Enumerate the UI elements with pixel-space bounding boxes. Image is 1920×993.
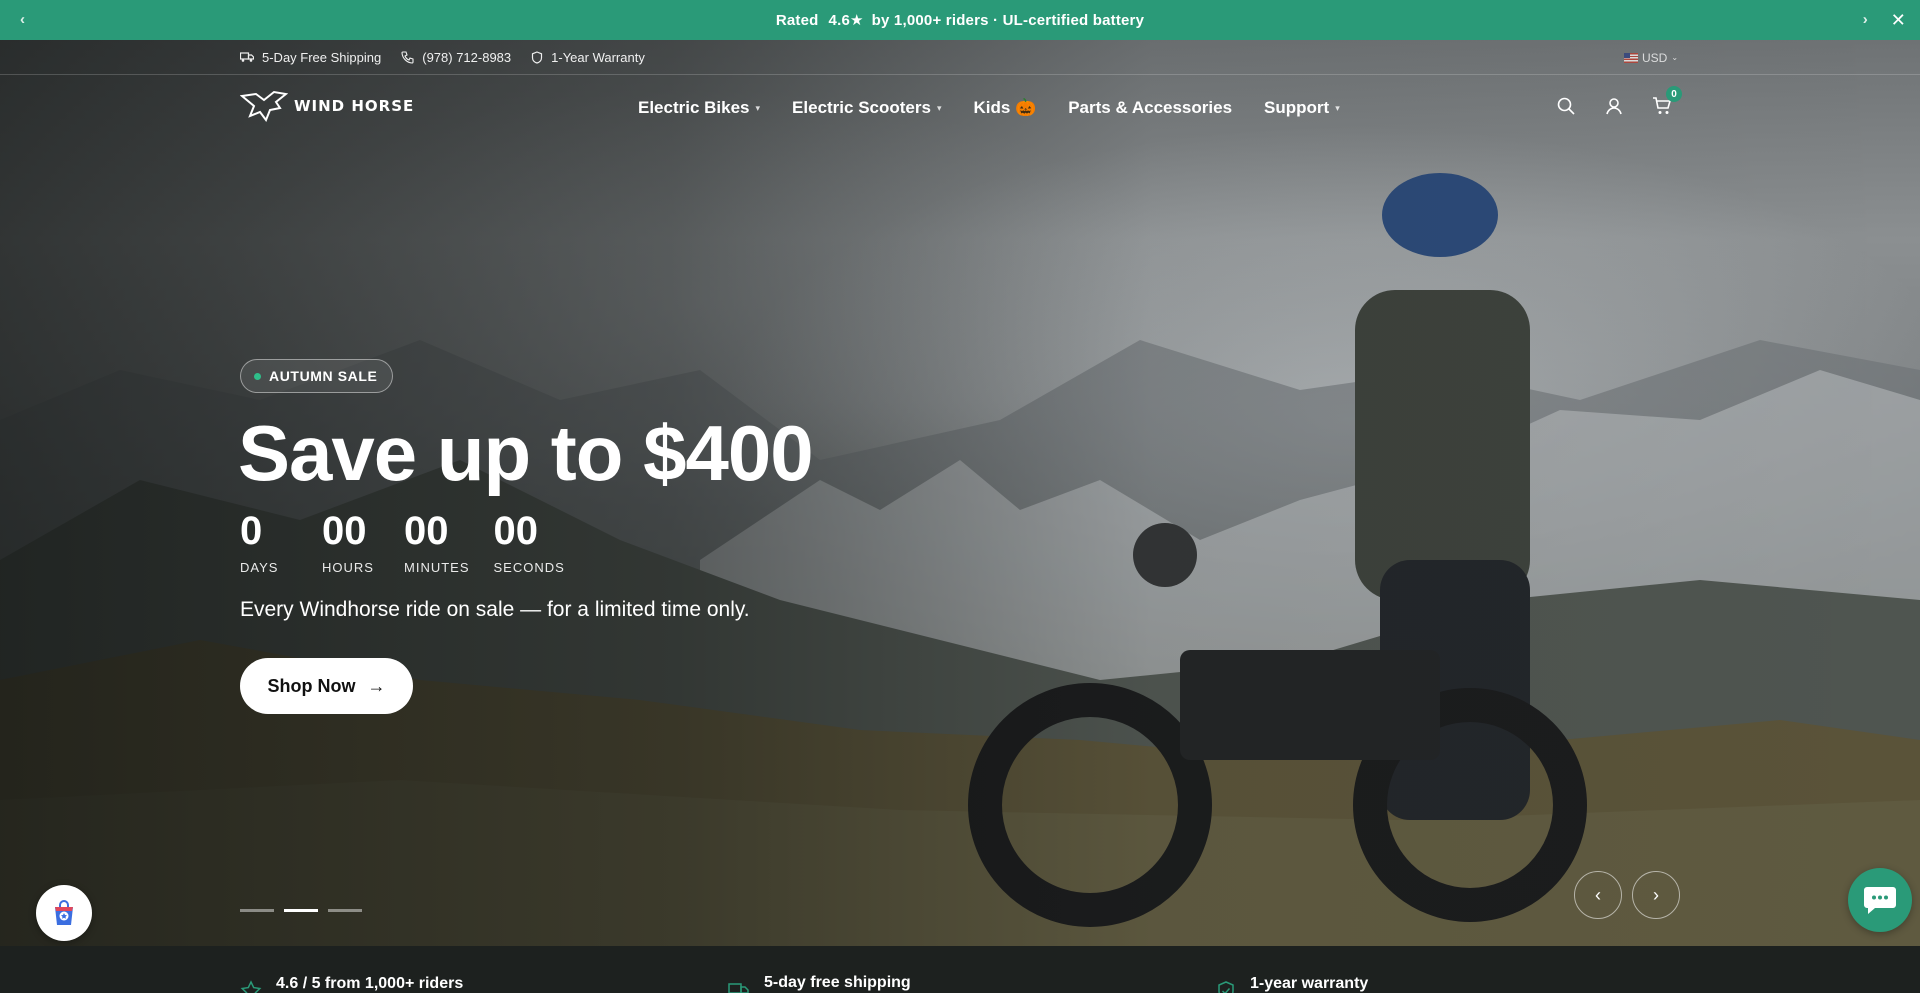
- countdown-label: HOURS: [322, 560, 374, 575]
- announcement-rating: 4.6★: [828, 12, 864, 29]
- slide-dot-1[interactable]: [240, 909, 274, 912]
- announcement-bar: ‹ Rated 4.6★ by 1,000+ riders · UL-certi…: [0, 0, 1920, 40]
- chevron-down-icon: ▾: [936, 102, 942, 113]
- announcement-text: by 1,000+ riders · UL-certified battery: [871, 11, 1145, 29]
- nav-item-label: Parts & Accessories: [1068, 98, 1233, 117]
- countdown-days: 0 DAYS: [240, 508, 298, 575]
- slide-dot-3[interactable]: [328, 909, 362, 912]
- nav-item-label: Electric Scooters: [792, 98, 931, 117]
- countdown-value: 00: [404, 509, 449, 553]
- nav-item-parts-accessories[interactable]: Parts & Accessories: [1068, 98, 1232, 118]
- trust-item-rating: 4.6 / 5 from 1,000+ riders: [240, 966, 463, 993]
- countdown-timer: 0 DAYS 00 HOURS 00 MINUTES 00 SECONDS: [240, 508, 565, 575]
- main-header: WIND HORSE Electric Bikes ▾ Electric Sco…: [0, 76, 1920, 140]
- cart-count-badge: 0: [1666, 86, 1682, 102]
- truck-icon: [728, 983, 749, 993]
- slide-next-button[interactable]: ›: [1632, 871, 1680, 919]
- countdown-value: 00: [322, 509, 367, 553]
- countdown-label: MINUTES: [404, 560, 470, 575]
- primary-navigation: Electric Bikes ▾ Electric Scooters ▾ Kid…: [638, 76, 1340, 140]
- slide-prev-button[interactable]: ‹: [1574, 871, 1622, 919]
- utility-phone[interactable]: (978) 712-8983: [401, 50, 511, 65]
- countdown-minutes: 00 MINUTES: [404, 508, 470, 575]
- us-flag-icon: [1624, 52, 1638, 63]
- arrow-right-icon: →: [367, 675, 386, 696]
- countdown-label: SECONDS: [493, 560, 565, 575]
- trust-bar: 4.6 / 5 from 1,000+ riders 5-day free sh…: [0, 946, 1920, 993]
- horse-logo-icon: [240, 90, 288, 122]
- account-button[interactable]: [1604, 96, 1624, 116]
- trust-item-shipping: 5-day free shipping: [728, 966, 911, 993]
- countdown-label: DAYS: [240, 560, 279, 575]
- announcement-prev-button[interactable]: ‹: [20, 0, 25, 40]
- shield-check-icon: [1218, 981, 1234, 993]
- countdown-seconds: 00 SECONDS: [494, 508, 565, 575]
- search-button[interactable]: [1556, 96, 1576, 116]
- announcement-prefix: Rated: [775, 11, 819, 29]
- nav-item-electric-bikes[interactable]: Electric Bikes ▾: [638, 98, 760, 118]
- announcement-next-button[interactable]: ›: [1863, 0, 1868, 40]
- shopping-bag-icon: [55, 900, 73, 925]
- utility-shipping: 5-Day Free Shipping: [240, 50, 381, 65]
- nav-item-electric-scooters[interactable]: Electric Scooters ▾: [792, 98, 941, 118]
- truck-icon: [240, 52, 254, 62]
- brand-logo-text: WIND HORSE: [294, 97, 415, 115]
- nav-item-label: Support: [1264, 98, 1330, 117]
- trust-item-label: 1-year warranty: [1250, 975, 1369, 992]
- live-chat-button[interactable]: [1848, 868, 1912, 932]
- chevron-down-icon: ▾: [755, 102, 761, 113]
- countdown-hours: 00 HOURS: [322, 508, 380, 575]
- currency-selector[interactable]: USD ⌄: [1624, 40, 1678, 75]
- nav-item-label: Electric Bikes: [638, 98, 750, 117]
- utility-phone-label[interactable]: (978) 712-8983: [422, 50, 511, 65]
- hero-subline: Every Windhorse ride on sale — for a lim…: [240, 598, 750, 621]
- nav-item-kids[interactable]: Kids 🎃: [973, 98, 1036, 118]
- trust-item-label: 4.6 / 5 from 1,000+ riders: [276, 975, 464, 992]
- utility-bar: 5-Day Free Shipping (978) 712-8983 1-Yea…: [0, 40, 1920, 75]
- hero-headline: Save up to $400: [238, 409, 814, 497]
- cart-button[interactable]: 0: [1652, 86, 1682, 116]
- header-actions: 0: [1556, 86, 1682, 116]
- countdown-value: 00: [493, 509, 539, 553]
- currency-label: USD: [1642, 50, 1668, 65]
- utility-warranty-label: 1-Year Warranty: [551, 49, 645, 65]
- shop-now-label: Shop Now: [267, 675, 356, 696]
- countdown-value: 0: [240, 509, 263, 553]
- shop-now-button[interactable]: Shop Now →: [240, 658, 413, 714]
- trust-item-warranty: 1-year warranty: [1216, 966, 1368, 993]
- chevron-right-icon: ›: [1653, 884, 1659, 905]
- slide-dot-2[interactable]: [284, 909, 318, 912]
- user-icon: [1606, 98, 1622, 115]
- sale-badge: AUTUMN SALE: [240, 359, 394, 393]
- announcement-close-button[interactable]: ✕: [1891, 0, 1906, 40]
- search-icon: [1557, 97, 1575, 115]
- shield-icon: [532, 50, 543, 64]
- slide-indicators: [240, 909, 362, 912]
- brand-logo[interactable]: WIND HORSE: [240, 90, 414, 122]
- chevron-down-icon: ▾: [1335, 102, 1340, 113]
- status-dot: [254, 372, 261, 380]
- shop-app-button[interactable]: [36, 885, 92, 941]
- nav-item-support[interactable]: Support ▾: [1264, 98, 1340, 118]
- chat-icon: [1864, 887, 1896, 914]
- star-icon: [240, 980, 262, 993]
- trust-item-label: 5-day free shipping: [764, 974, 911, 991]
- sale-badge-label: AUTUMN SALE: [269, 368, 378, 384]
- utility-shipping-label: 5-Day Free Shipping: [262, 49, 382, 65]
- chevron-left-icon: ‹: [1595, 884, 1601, 905]
- chevron-down-icon: ⌄: [1671, 53, 1679, 62]
- utility-warranty: 1-Year Warranty: [531, 50, 645, 65]
- nav-item-label: Kids 🎃: [973, 98, 1037, 117]
- phone-icon: [401, 50, 414, 64]
